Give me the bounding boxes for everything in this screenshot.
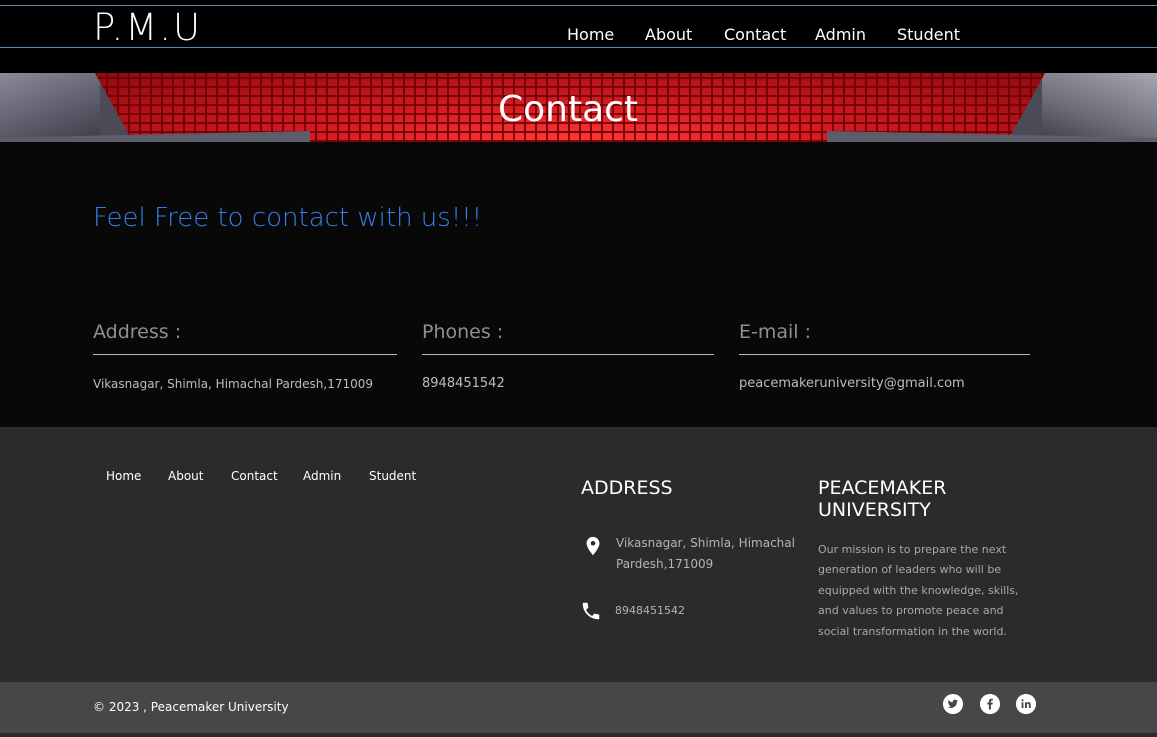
page-title: Contact <box>497 89 639 130</box>
location-pin-icon <box>586 536 600 556</box>
footer-phone[interactable]: 8948451542 <box>615 600 685 621</box>
email-column: E-mail : peacemakeruniversity@gmail.com <box>739 321 1030 391</box>
contact-section: Feel Free to contact with us!!! Address … <box>0 142 1157 427</box>
footer-address-line-2: Pardesh,171009 <box>616 557 714 571</box>
footer-nav-admin[interactable]: Admin <box>303 469 341 483</box>
phones-value[interactable]: 8948451542 <box>422 376 714 391</box>
email-label: E-mail : <box>739 321 1030 355</box>
nav-home[interactable]: Home <box>567 25 614 44</box>
phone-icon <box>582 602 600 620</box>
footer-university-heading-line-1: PEACEMAKER <box>818 477 947 499</box>
linkedin-icon[interactable] <box>1016 694 1036 714</box>
nav-admin[interactable]: Admin <box>815 25 866 44</box>
footer-nav-contact[interactable]: Contact <box>231 469 278 483</box>
address-column: Address : Vikasnagar, Shimla, Himachal P… <box>93 321 397 391</box>
facebook-icon[interactable] <box>980 694 1000 714</box>
footer-nav-student[interactable]: Student <box>369 469 416 483</box>
address-label: Address : <box>93 321 397 355</box>
copyright-bar: © 2023 , Peacemaker University <box>0 682 1157 733</box>
site-header: P.M.U Home About Contact Admin Student <box>0 0 1157 73</box>
site-logo[interactable]: P.M.U <box>93 6 202 49</box>
footer-university-heading: PEACEMAKER UNIVERSITY <box>818 477 946 521</box>
footer-mission-text: Our mission is to prepare the next gener… <box>818 543 1019 638</box>
nav-about[interactable]: About <box>645 25 692 44</box>
footer-nav-home[interactable]: Home <box>106 469 141 483</box>
phones-column: Phones : 8948451542 <box>422 321 714 391</box>
site-footer: Home About Contact Admin Student ADDRESS… <box>0 427 1157 682</box>
footer-university-heading-line-2: UNIVERSITY <box>818 499 931 521</box>
nav-contact[interactable]: Contact <box>724 25 786 44</box>
email-value[interactable]: peacemakeruniversity@gmail.com <box>739 376 1030 391</box>
nav-student[interactable]: Student <box>897 25 960 44</box>
page-banner: Contact <box>0 73 1157 142</box>
footer-address-line-1: Vikasnagar, Shimla, Himachal <box>616 536 795 550</box>
phones-label: Phones : <box>422 321 714 355</box>
address-value: Vikasnagar, Shimla, Himachal Pardesh,171… <box>93 377 374 391</box>
footer-address-text: Vikasnagar, Shimla, Himachal Pardesh,171… <box>616 533 795 575</box>
twitter-icon[interactable] <box>943 694 963 714</box>
footer-nav-about[interactable]: About <box>168 469 203 483</box>
footer-address-heading: ADDRESS <box>581 477 673 499</box>
contact-tagline: Feel Free to contact with us!!! <box>93 203 483 233</box>
copyright-text: © 2023 , Peacemaker University <box>93 700 289 714</box>
page-bottom-edge <box>0 733 1157 737</box>
